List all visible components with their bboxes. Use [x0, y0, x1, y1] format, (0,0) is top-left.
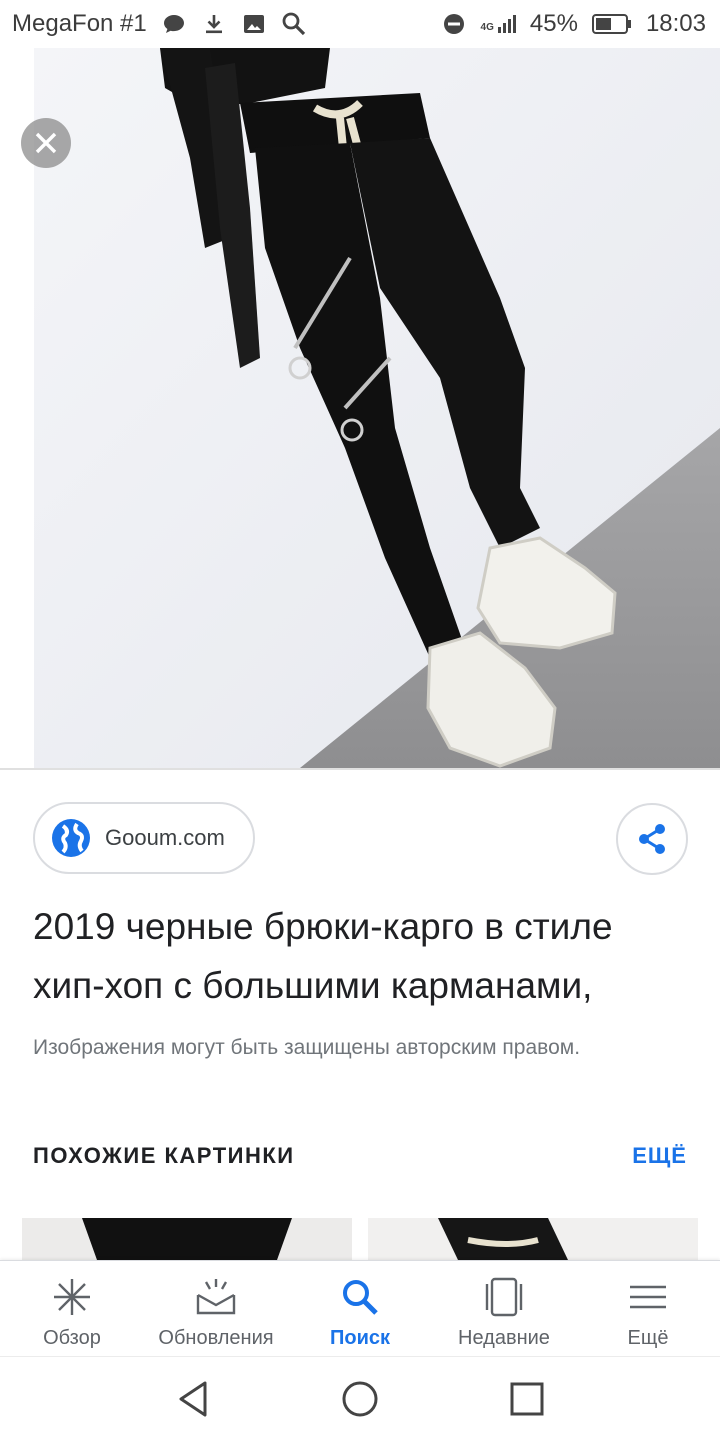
product-photo	[34, 48, 720, 768]
status-left: MegaFon #1	[12, 10, 307, 38]
more-link[interactable]: ЕЩЁ	[632, 1143, 687, 1169]
message-icon	[161, 11, 187, 37]
download-icon	[201, 11, 227, 37]
copyright-notice: Изображения могут быть защищены авторски…	[33, 1036, 581, 1059]
asterisk-icon	[50, 1275, 94, 1319]
battery-percent: 45%	[529, 10, 578, 37]
nav-search[interactable]: Поиск	[288, 1261, 432, 1356]
divider	[0, 768, 720, 770]
nav-discover[interactable]: Обзор	[0, 1261, 144, 1356]
nav-label: Обновления	[158, 1327, 274, 1349]
nav-label: Обзор	[43, 1327, 101, 1349]
cards-icon	[482, 1275, 526, 1319]
nav-label: Ещё	[627, 1327, 669, 1349]
similar-images-heading: ПОХОЖИЕ КАРТИНКИ	[33, 1143, 295, 1168]
search-icon	[338, 1275, 382, 1319]
battery-icon	[591, 11, 632, 37]
recents-button[interactable]	[497, 1369, 557, 1429]
status-right: 4G 45% 18:03	[441, 10, 706, 38]
network-type: 4G	[480, 22, 494, 33]
globe-icon	[51, 818, 91, 858]
status-bar: MegaFon #1 4G 45% 18:03	[0, 0, 720, 48]
similar-thumbnail[interactable]	[368, 1218, 698, 1260]
menu-icon	[626, 1275, 670, 1319]
nav-label: Недавние	[458, 1327, 550, 1349]
home-button[interactable]	[330, 1369, 390, 1429]
clock: 18:03	[645, 10, 706, 37]
nav-label: Поиск	[329, 1327, 391, 1349]
back-icon	[179, 1381, 207, 1416]
nav-updates[interactable]: Обновления	[144, 1261, 288, 1356]
square-icon	[510, 1382, 544, 1415]
bottom-navigation: Обзор Обновления Поиск Недавние Ещё	[0, 1260, 720, 1356]
signal-indicator: 4G	[481, 15, 516, 33]
home-icon	[342, 1381, 378, 1416]
dnd-icon	[441, 11, 467, 37]
share-button[interactable]	[616, 803, 688, 875]
nav-recent[interactable]: Недавние	[432, 1261, 576, 1356]
search-icon	[281, 11, 307, 37]
nav-more[interactable]: Ещё	[576, 1261, 720, 1356]
result-image[interactable]	[0, 48, 720, 768]
tray-icon	[194, 1275, 238, 1319]
back-button[interactable]	[163, 1369, 223, 1429]
gallery-icon	[241, 11, 267, 37]
carrier-label: MegaFon #1	[12, 10, 147, 37]
close-icon	[35, 132, 57, 154]
share-icon	[639, 824, 665, 854]
similar-thumbnail[interactable]	[22, 1218, 352, 1260]
source-domain: Gooum.com	[105, 825, 225, 850]
source-chip[interactable]: Gooum.com	[33, 802, 255, 874]
close-button[interactable]	[21, 118, 71, 168]
system-navigation	[0, 1356, 720, 1440]
result-title[interactable]: 2019 черные брюки-карго в стиле хип-хоп …	[33, 897, 693, 1015]
